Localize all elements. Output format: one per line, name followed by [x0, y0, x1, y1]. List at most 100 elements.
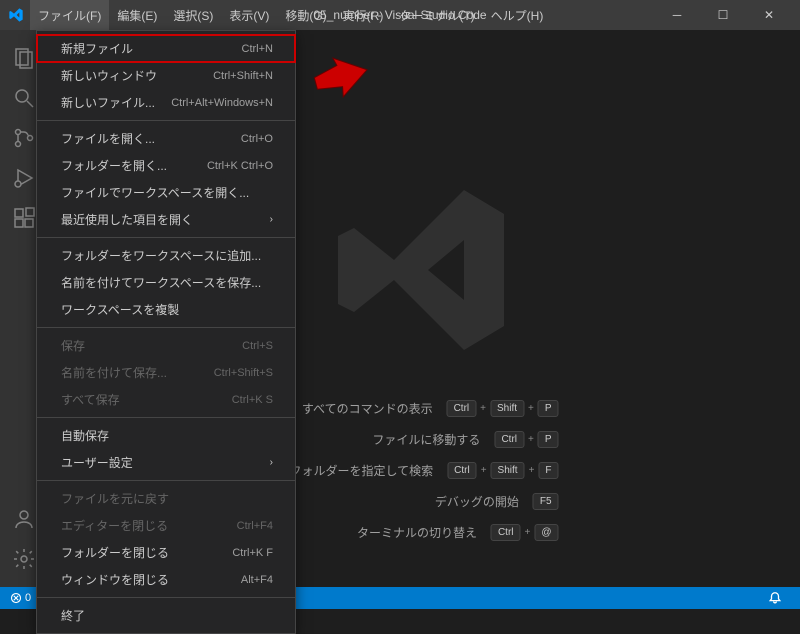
menu-item-label: 新しいファイル... [61, 94, 155, 111]
keycombo: Ctrl+Shift+P [447, 400, 559, 417]
bell-icon [768, 591, 782, 605]
menu-item[interactable]: 終了 [37, 602, 295, 629]
menu-item-label: 終了 [61, 607, 85, 624]
menu-item-shortcut: Ctrl+K Ctrl+O [207, 160, 273, 172]
keycap: P [538, 431, 559, 448]
title-bar: ファイル(F)編集(E)選択(S)表示(V)移動(G)実行(R)ターミナル(T)… [0, 0, 800, 30]
keycap: P [538, 400, 559, 417]
menu-item-label: 新しいウィンドウ [61, 67, 157, 84]
keycap: F5 [533, 493, 559, 510]
menu-separator [37, 327, 295, 328]
menu-item: 保存Ctrl+S [37, 332, 295, 359]
vscode-logo-icon [8, 7, 24, 23]
menu-item-label: すべて保存 [61, 391, 120, 408]
menu-item[interactable]: ファイルを開く... Ctrl+O [37, 125, 295, 152]
plus-separator: + [481, 465, 487, 476]
menu-item-label: ワークスペースを複製 [61, 301, 179, 318]
keycap: @ [534, 524, 558, 541]
error-count: 0 [25, 592, 31, 604]
menu-item[interactable]: フォルダーをワークスペースに追加... [37, 242, 295, 269]
menu-item-label: ファイルを開く... [61, 130, 155, 147]
menu-item[interactable]: 新規ファイル Ctrl+N [37, 35, 295, 62]
window-title: 05_number - Visual Studio Code [313, 8, 486, 22]
menu-item-shortcut: Alt+F4 [241, 574, 273, 586]
keycap: Shift [490, 400, 524, 417]
minimize-button[interactable]: ─ [654, 0, 700, 30]
menu-item[interactable]: フォルダーを閉じるCtrl+K F [37, 539, 295, 566]
menu-item[interactable]: フォルダーを開く... Ctrl+K Ctrl+O [37, 152, 295, 179]
menu-separator [37, 417, 295, 418]
hint-label: すべてのコマンドの表示 [302, 400, 433, 417]
menu-item[interactable]: ワークスペースを複製 [37, 296, 295, 323]
menu-item: すべて保存 Ctrl+K S [37, 386, 295, 413]
menubar-item-1[interactable]: 編集(E) [109, 0, 165, 30]
close-button[interactable]: ✕ [746, 0, 792, 30]
plus-separator: + [525, 527, 531, 538]
menu-item[interactable]: 新しいファイル... Ctrl+Alt+Windows+N [37, 89, 295, 116]
plus-separator: + [529, 465, 535, 476]
menu-item-shortcut: Ctrl+Shift+N [213, 70, 273, 82]
callout-arrow-icon [310, 55, 370, 100]
menu-item-label: 新規ファイル [61, 40, 133, 57]
hint-row: すべてのコマンドの表示Ctrl+Shift+P [289, 400, 558, 417]
menu-item-label: フォルダーを開く... [61, 157, 167, 174]
keycap: Ctrl [491, 524, 521, 541]
plus-separator: + [528, 434, 534, 445]
menu-item-label: 保存 [61, 337, 85, 354]
hint-label: デバッグの開始 [435, 493, 519, 510]
menu-item[interactable]: ウィンドウを閉じるAlt+F4 [37, 566, 295, 593]
menu-item-label: 名前を付けてワークスペースを保存... [61, 274, 261, 291]
vscode-watermark-icon [324, 170, 524, 370]
menu-item-label: フォルダーを閉じる [61, 544, 169, 561]
plus-separator: + [528, 403, 534, 414]
menu-item[interactable]: 名前を付けてワークスペースを保存... [37, 269, 295, 296]
menu-item-label: フォルダーをワークスペースに追加... [61, 247, 261, 264]
hint-label: ファイルに移動する [372, 431, 480, 448]
menubar-item-7[interactable]: ヘルプ(H) [483, 0, 552, 30]
menu-separator [37, 237, 295, 238]
maximize-button[interactable]: ☐ [700, 0, 746, 30]
menu-item[interactable]: 新しいウィンドウ Ctrl+Shift+N [37, 62, 295, 89]
menu-item-shortcut: Ctrl+Shift+S [214, 367, 273, 379]
menu-item-label: ユーザー設定 [61, 454, 133, 471]
menu-item-shortcut: Ctrl+K S [232, 394, 273, 406]
keycap: Ctrl [447, 400, 477, 417]
menu-item-shortcut: Ctrl+O [241, 133, 273, 145]
keycombo: F5 [533, 493, 559, 510]
menu-item-shortcut: Ctrl+N [242, 43, 273, 55]
menu-separator [37, 120, 295, 121]
hint-row: デバッグの開始 F5 [289, 493, 558, 510]
status-errors[interactable]: 0 [10, 592, 31, 604]
menubar-item-0[interactable]: ファイル(F) [30, 0, 109, 30]
error-icon [10, 592, 22, 604]
status-notifications[interactable] [768, 591, 782, 605]
menu-item-label: ファイルを元に戻す [61, 490, 169, 507]
keycap: Ctrl [447, 462, 477, 479]
plus-separator: + [480, 403, 486, 414]
keycap: Ctrl [494, 431, 524, 448]
menu-item: ファイルを元に戻す [37, 485, 295, 512]
chevron-right-icon: › [270, 457, 273, 468]
hint-label: フォルダーを指定して検索 [289, 462, 433, 479]
menu-item[interactable]: ファイルでワークスペースを開く... [37, 179, 295, 206]
window-controls: ─ ☐ ✕ [654, 0, 792, 30]
keycap: F [538, 462, 558, 479]
menubar-item-3[interactable]: 表示(V) [221, 0, 277, 30]
menubar-item-2[interactable]: 選択(S) [165, 0, 221, 30]
menu-item[interactable]: ユーザー設定 › [37, 449, 295, 476]
menu-separator [37, 597, 295, 598]
menu-item-shortcut: Ctrl+Alt+Windows+N [171, 97, 273, 109]
file-menu-dropdown: 新規ファイル Ctrl+N 新しいウィンドウ Ctrl+Shift+N 新しいファイル.… [36, 30, 296, 634]
keycap: Shift [491, 462, 525, 479]
hint-row: ターミナルの切り替えCtrl+@ [289, 524, 558, 541]
keycombo: Ctrl + P [494, 431, 558, 448]
hint-row: フォルダーを指定して検索Ctrl+Shift+F [289, 462, 558, 479]
keycombo: Ctrl +@ [491, 524, 559, 541]
menu-item: 名前を付けて保存...Ctrl+Shift+S [37, 359, 295, 386]
welcome-hints: すべてのコマンドの表示Ctrl+Shift+Pファイルに移動するCtrl+Pフォ… [289, 400, 558, 555]
menu-item[interactable]: 最近使用した項目を開く› [37, 206, 295, 233]
hint-row: ファイルに移動する Ctrl + P [289, 431, 558, 448]
chevron-right-icon: › [270, 214, 273, 225]
menu-item[interactable]: 自動保存 [37, 422, 295, 449]
keycombo: Ctrl+Shift+F [447, 462, 558, 479]
